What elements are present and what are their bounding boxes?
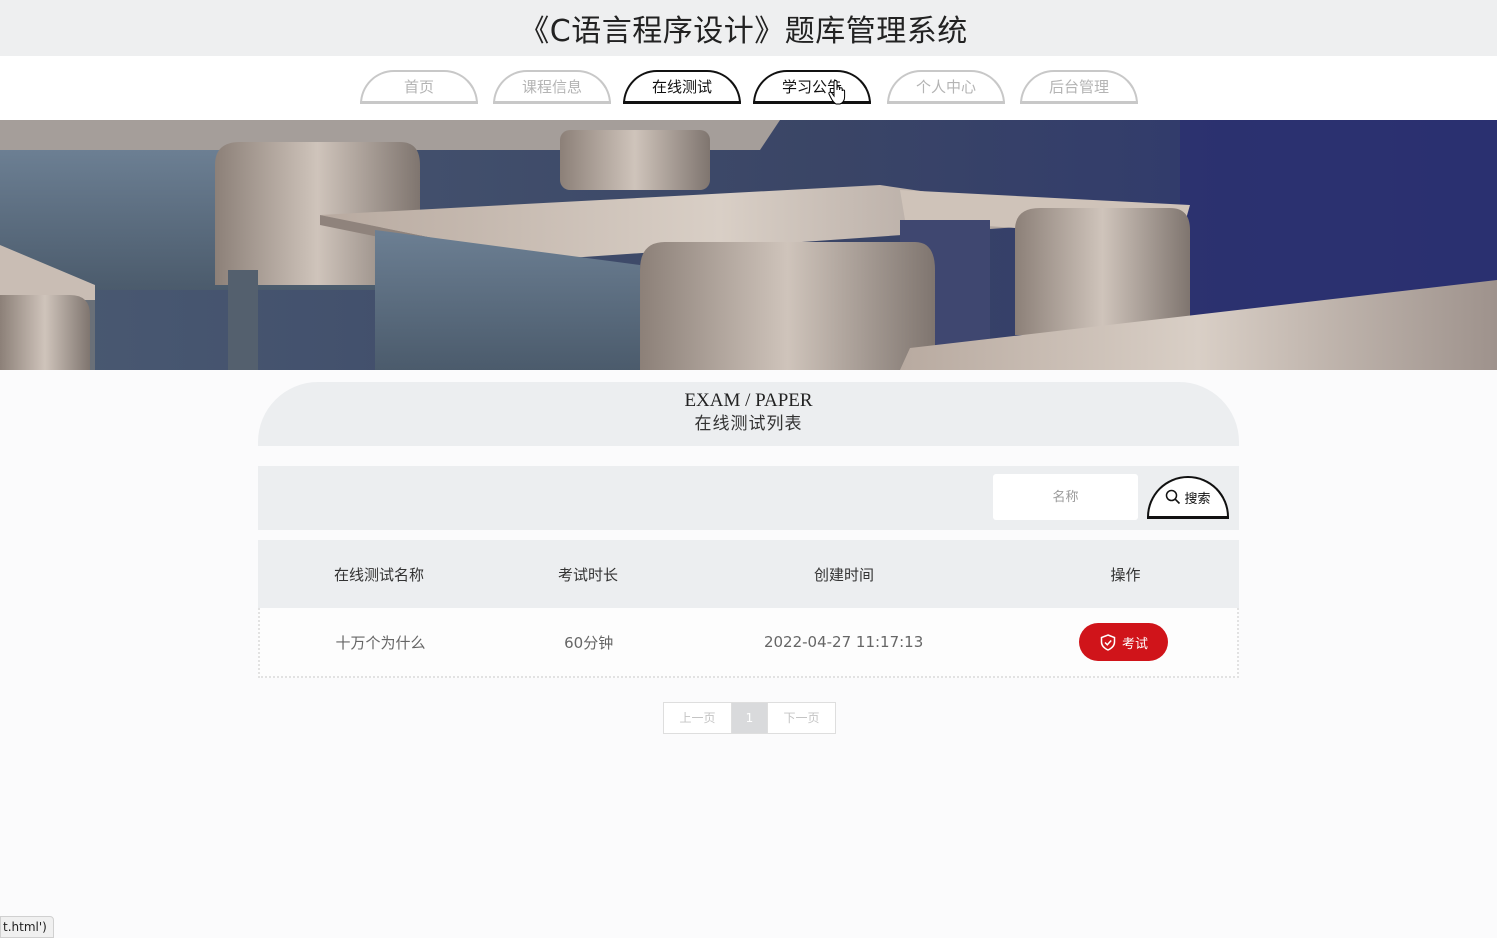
search-icon	[1166, 489, 1181, 505]
section-title-cn: 在线测试列表	[694, 414, 803, 434]
search-bar: 搜索	[258, 466, 1239, 530]
nav-item-course-info[interactable]: 课程信息	[493, 70, 611, 104]
exam-table: 在线测试名称 考试时长 创建时间 操作 十万个为什么 60分钟 2022-04-…	[258, 540, 1239, 678]
main-nav: 首页 课程信息 在线测试 学习公告 个人中心 后台管理	[0, 56, 1497, 120]
exam-duration-cell: 60分钟	[564, 633, 614, 652]
take-exam-label: 考试	[1121, 636, 1148, 652]
nav-item-home[interactable]: 首页	[360, 70, 478, 104]
table-row: 十万个为什么 60分钟 2022-04-27 11:17:13 考试	[258, 608, 1239, 678]
section-heading: EXAM / PAPER 在线测试列表	[258, 382, 1239, 446]
exam-action-cell: 考试	[1011, 623, 1237, 661]
table-header: 在线测试名称 考试时长 创建时间 操作	[258, 540, 1239, 608]
take-exam-button[interactable]: 考试	[1079, 623, 1169, 661]
top-title-bar: 《C语言程序设计》题库管理系统	[0, 0, 1497, 56]
section-title-en: EXAM / PAPER	[684, 390, 813, 411]
current-page[interactable]: 1	[732, 703, 767, 733]
exam-name-cell: 十万个为什么	[335, 633, 426, 652]
browser-status-bar: t.html')	[0, 916, 54, 938]
search-button[interactable]: 搜索	[1147, 476, 1229, 519]
pagination: 上一页 1 下一页	[663, 702, 836, 734]
banner-image	[0, 120, 1497, 370]
nav-item-online-test[interactable]: 在线测试	[623, 70, 741, 104]
shield-check-icon	[1100, 633, 1116, 651]
exam-created-cell: 2022-04-27 11:17:13	[763, 633, 924, 651]
nav-item-announcements[interactable]: 学习公告	[753, 70, 871, 104]
search-button-label: 搜索	[1184, 491, 1211, 507]
column-header-duration: 考试时长	[557, 565, 618, 584]
nav-item-personal-center[interactable]: 个人中心	[887, 70, 1005, 104]
hand-cursor-icon	[828, 80, 846, 105]
classroom-illustration	[0, 120, 1497, 370]
search-name-input[interactable]	[993, 474, 1138, 520]
prev-page-button[interactable]: 上一页	[664, 703, 732, 733]
column-header-action: 操作	[1110, 565, 1141, 584]
nav-item-admin[interactable]: 后台管理	[1020, 70, 1138, 104]
site-title: 《C语言程序设计》题库管理系统	[519, 14, 968, 49]
next-page-button[interactable]: 下一页	[767, 703, 835, 733]
column-header-name: 在线测试名称	[333, 565, 424, 584]
column-header-created: 创建时间	[813, 565, 874, 584]
